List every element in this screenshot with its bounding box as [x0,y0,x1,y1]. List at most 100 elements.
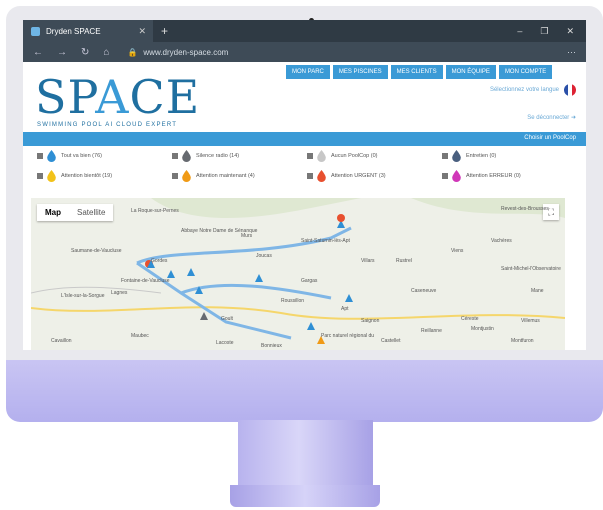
browser-tab[interactable]: Dryden SPACE ✕ [23,20,153,42]
browser-titlebar: Dryden SPACE ✕ + – ❐ ✕ [23,20,586,42]
checkbox-icon[interactable] [172,173,178,179]
place-label: Saint-Saturnin-lès-Apt [301,238,350,244]
nav-mon-equipe[interactable]: MON ÉQUIPE [445,65,496,79]
legend-label: Entretien (0) [466,153,497,159]
logo-text-left: SP [35,70,96,124]
place-label: La Roque-sur-Pernes [131,208,179,214]
place-label: Saumane-de-Vaucluse [71,248,122,254]
legend-item[interactable]: Attention ERREUR (0) [442,170,521,182]
monitor-chin [6,360,603,422]
place-label: Céreste [461,316,479,322]
place-label: Montjustin [471,326,494,332]
logo-text-right: CE [129,70,201,124]
forward-icon[interactable]: → [57,47,67,58]
tab-satellite[interactable]: Satellite [69,204,113,221]
legend-item[interactable]: Attention maintenant (4) [172,170,255,182]
choose-poolcop-link[interactable]: Choisir un PoolCop [524,135,576,141]
monitor-stand-base [230,485,380,507]
place-label: Cavaillon [51,338,72,344]
top-navigation: MON PARC MES PISCINES MES CLIENTS MON ÉQ… [286,65,553,79]
tab-close-icon[interactable]: ✕ [138,26,146,37]
checkbox-icon[interactable] [172,153,178,159]
drop-icon [47,170,56,182]
place-label: Revest-des-Brousses [501,206,549,212]
place-label: Vachères [491,238,512,244]
legend-item[interactable]: Attention bientôt (19) [37,170,112,182]
drop-icon [317,170,326,182]
language-selector[interactable]: Sélectionnez votre langue [490,84,576,96]
back-icon[interactable]: ← [33,47,43,58]
checkbox-icon[interactable] [442,153,448,159]
nav-mon-compte[interactable]: MON COMPTE [498,65,553,79]
logo-text-a: A [95,70,130,124]
legend-item[interactable]: Attention URGENT (3) [307,170,386,182]
legend-label: Attention maintenant (4) [196,173,255,179]
checkbox-icon[interactable] [442,173,448,179]
place-label: Villars [361,258,375,264]
legend-label: Attention ERREUR (0) [466,173,521,179]
more-icon[interactable]: ··· [567,47,576,57]
space-logo: SPACE [35,70,200,124]
legend-label: Aucun PoolCop (0) [331,153,378,159]
legend-label: Tout va bien (76) [61,153,102,159]
place-label: Reillanne [421,328,442,334]
logout-label: Se déconnecter [527,115,570,121]
place-label: Gordes [151,258,168,264]
place-label: Rustrel [396,258,412,264]
map-view[interactable]: Map Satellite ⛶ La Roque-sur-Pernes Abba… [31,198,565,350]
minimize-icon[interactable]: – [517,26,522,37]
place-label: Saignon [361,318,380,324]
drop-icon [452,150,461,162]
checkbox-icon[interactable] [37,153,43,159]
drop-icon [182,170,191,182]
new-tab-button[interactable]: + [161,24,168,38]
drop-icon [47,150,56,162]
tab-title: Dryden SPACE [46,26,101,36]
place-label: Saint-Michel-l'Observatoire [501,266,561,272]
refresh-icon[interactable]: ↻ [81,47,89,58]
tab-map[interactable]: Map [37,204,69,221]
drop-icon [452,170,461,182]
url-text[interactable]: www.dryden-space.com [143,48,228,57]
legend-item[interactable]: Silence radio (14) [172,150,239,162]
map-type-tabs: Map Satellite [37,204,114,221]
logout-icon: ➜ [570,115,576,121]
place-label: Viens [451,248,464,254]
legend-item[interactable]: Entretien (0) [442,150,496,162]
place-label: Villemus [521,318,540,324]
place-label: Caseneuve [411,288,437,294]
flag-fr-icon[interactable] [564,84,576,96]
address-bar: ← → ↻ ⌂ 🔒 www.dryden-space.com ··· [23,42,586,62]
legend-label: Attention URGENT (3) [331,173,386,179]
site-favicon-icon [31,26,40,36]
place-label: L'Isle-sur-la-Sorgue [61,293,105,299]
legend-item[interactable]: Tout va bien (76) [37,150,102,162]
place-label: Murs [241,233,253,239]
logout-link[interactable]: Se déconnecter ➜ [527,114,576,121]
place-label: Roussillon [281,298,305,304]
nav-mon-parc[interactable]: MON PARC [286,65,330,79]
home-icon[interactable]: ⌂ [103,47,109,58]
place-label: Lagnes [111,290,128,296]
place-label: Castellet [381,338,401,344]
maximize-icon[interactable]: ❐ [540,26,548,37]
place-label: Fontaine-de-Vaucluse [121,278,170,284]
monitor-stand [238,420,373,490]
place-label: Maubec [131,333,149,339]
place-label: Apt [341,306,349,312]
legend-item[interactable]: Aucun PoolCop (0) [307,150,377,162]
nav-mes-piscines[interactable]: MES PISCINES [332,65,388,79]
place-label: Lacoste [216,340,234,346]
page-content: SPACE SWIMMING POOL AI CLOUD EXPERT MON … [23,62,586,350]
nav-mes-clients[interactable]: MES CLIENTS [390,65,443,79]
drop-icon [317,150,326,162]
checkbox-icon[interactable] [37,173,43,179]
checkbox-icon[interactable] [307,153,313,159]
poolcop-bar: Choisir un PoolCop [23,132,586,146]
browser-nav: ← → ↻ ⌂ [33,47,109,58]
language-label: Sélectionnez votre langue [489,87,559,93]
place-label: Goult [221,316,233,322]
place-label: Parc naturel régional du [321,333,375,339]
checkbox-icon[interactable] [307,173,313,179]
close-icon[interactable]: ✕ [566,26,574,37]
